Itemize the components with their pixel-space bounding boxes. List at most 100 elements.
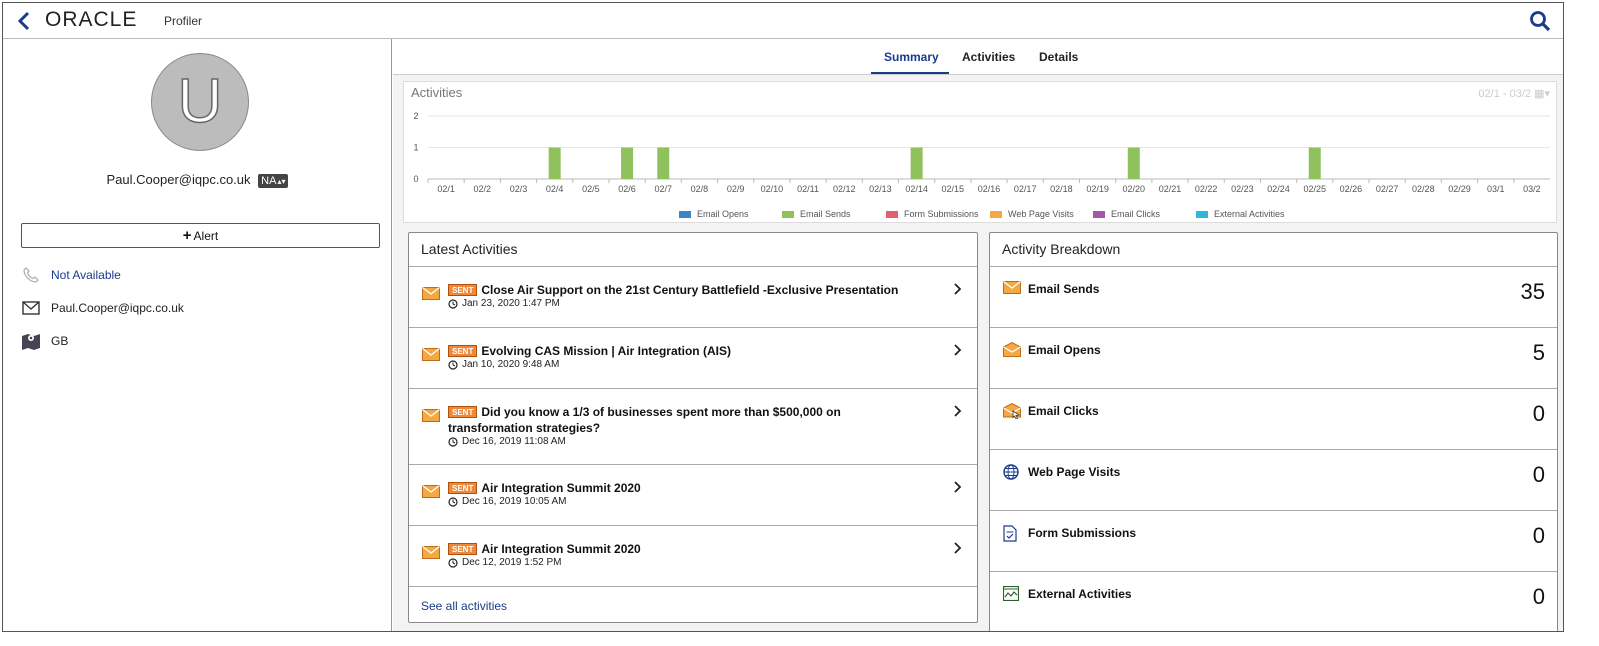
breakdown-label: External Activities xyxy=(1028,587,1132,601)
bar xyxy=(657,147,670,179)
clock-icon xyxy=(448,298,458,309)
breakdown-item[interactable]: Email Sends 35 xyxy=(990,267,1557,328)
chart-box-icon xyxy=(1002,585,1021,602)
main-content: Summary Activities Details Activities 02… xyxy=(393,39,1563,631)
activity-date: Jan 23, 2020 1:47 PM xyxy=(448,298,560,309)
sent-badge: SENT xyxy=(448,406,478,418)
legend-item[interactable]: Email Clicks xyxy=(1093,209,1160,219)
open-envelope-icon xyxy=(1003,341,1021,358)
bar xyxy=(1308,147,1321,179)
plus-icon: + xyxy=(182,227,192,244)
breakdown-value: 0 xyxy=(1532,462,1545,487)
chevron-right-icon[interactable] xyxy=(953,344,963,356)
x-tick-label: 02/9 xyxy=(727,184,745,194)
breakdown-label: Email Sends xyxy=(1028,282,1100,296)
avatar: U xyxy=(151,53,249,151)
x-tick-label: 02/10 xyxy=(761,184,784,194)
phone-row: Not Available xyxy=(21,264,121,286)
map-icon xyxy=(21,332,41,350)
chevron-right-icon[interactable] xyxy=(953,542,963,554)
legend-label: Email Opens xyxy=(697,209,749,219)
activity-date: Jan 10, 2020 9:48 AM xyxy=(448,359,559,370)
activity-item[interactable]: SENT Close Air Support on the 21st Centur… xyxy=(409,267,977,328)
activity-date-text: Dec 16, 2019 11:08 AM xyxy=(462,436,566,447)
clock-icon xyxy=(448,557,458,568)
alert-button[interactable]: + Alert xyxy=(21,223,380,248)
top-bar: ORACLE Profiler xyxy=(3,3,1563,39)
legend-label: Email Sends xyxy=(800,209,851,219)
clock-icon xyxy=(448,436,458,447)
legend-swatch xyxy=(1196,210,1208,218)
breakdown-item[interactable]: Email Clicks 0 xyxy=(990,389,1557,450)
breakdown-value: 5 xyxy=(1532,340,1545,365)
breakdown-item[interactable]: Email Opens 5 xyxy=(990,328,1557,389)
legend-item[interactable]: External Activities xyxy=(1196,209,1285,219)
activity-title-text: Evolving CAS Mission | Air Integration (… xyxy=(481,344,731,358)
chevron-right-icon[interactable] xyxy=(953,283,963,295)
activity-date-text: Dec 16, 2019 10:05 AM xyxy=(462,496,567,507)
activity-date: Dec 12, 2019 1:52 PM xyxy=(448,557,562,568)
x-tick-label: 02/2 xyxy=(474,184,492,194)
legend-item[interactable]: Email Opens xyxy=(679,209,749,219)
activity-item[interactable]: SENT Air Integration Summit 2020 Dec 12, 2… xyxy=(409,526,977,587)
clock-icon xyxy=(448,359,458,370)
profile-panel: U Paul.Cooper@iqpc.co.uk NA▴▾ + Alert Not… xyxy=(3,39,392,631)
x-tick-label: 02/28 xyxy=(1412,184,1435,194)
sort-arrows-icon: ▴▾ xyxy=(277,176,286,186)
x-tick-label: 02/23 xyxy=(1231,184,1254,194)
x-tick-label: 02/11 xyxy=(797,184,819,194)
breakdown-item[interactable]: Form Submissions 0 xyxy=(990,511,1557,572)
form-icon xyxy=(1003,525,1021,542)
x-tick-label: 02/7 xyxy=(654,184,672,194)
tab-summary[interactable]: Summary xyxy=(884,50,939,64)
activity-date-text: Jan 10, 2020 9:48 AM xyxy=(462,359,560,370)
legend-swatch xyxy=(1093,210,1105,218)
envelope-click-icon xyxy=(1003,402,1021,420)
chevron-right-icon[interactable] xyxy=(953,481,963,493)
activity-title-text: Air Integration Summit 2020 xyxy=(481,542,641,556)
status-badge-label: NA xyxy=(261,174,277,187)
activity-title: SENT Air Integration Summit 2020 xyxy=(448,541,947,557)
sent-badge: SENT xyxy=(448,482,478,494)
email-value[interactable]: Paul.Cooper@iqpc.co.uk xyxy=(51,301,184,315)
tab-activities[interactable]: Activities xyxy=(962,50,1015,64)
x-tick-label: 02/16 xyxy=(978,184,1001,194)
envelope-icon xyxy=(1003,280,1021,297)
activity-title-text: Air Integration Summit 2020 xyxy=(481,481,641,495)
activity-title: SENT Did you know a 1/3 of businesses spe… xyxy=(448,404,927,436)
breakdown-item[interactable]: Web Page Visits 0 xyxy=(990,450,1557,511)
activities-chart: 0 1 2 02/1 02/2 02/3 02/4 02/5 02/6 02/7 02/8 02/9 0… xyxy=(413,111,1550,194)
x-tick-label: 02/17 xyxy=(1014,184,1037,194)
back-button[interactable] xyxy=(15,10,35,32)
phone-icon xyxy=(21,266,41,284)
alert-button-label: Alert xyxy=(193,229,219,243)
activity-item[interactable]: SENT Did you know a 1/3 of businesses spe… xyxy=(409,389,977,465)
app-name: Profiler xyxy=(164,14,203,28)
activity-item[interactable]: SENT Air Integration Summit 2020 Dec 16, 2… xyxy=(409,465,977,526)
breakdown-label: Form Submissions xyxy=(1028,526,1137,540)
see-all-activities-link[interactable]: See all activities xyxy=(421,599,507,613)
x-tick-label: 02/27 xyxy=(1376,184,1399,194)
x-tick-label: 02/12 xyxy=(833,184,856,194)
status-badge[interactable]: NA▴▾ xyxy=(258,173,289,188)
legend-item[interactable]: Web Page Visits xyxy=(990,209,1074,219)
oracle-logo: ORACLE xyxy=(45,8,138,31)
legend-item[interactable]: Form Submissions xyxy=(886,209,979,219)
x-tick-label: 03/2 xyxy=(1523,184,1541,194)
x-tick-label: 02/14 xyxy=(905,184,928,194)
legend-item[interactable]: Email Sends xyxy=(782,209,851,219)
x-tick-label: 02/5 xyxy=(582,184,600,194)
phone-value[interactable]: Not Available xyxy=(51,268,121,282)
search-button[interactable] xyxy=(1529,10,1551,32)
envelope-icon xyxy=(21,299,41,317)
chevron-right-icon[interactable] xyxy=(953,405,963,417)
x-tick-label: 02/29 xyxy=(1448,184,1471,194)
activity-item[interactable]: SENT Evolving CAS Mission | Air Integrati… xyxy=(409,328,977,389)
envelope-icon xyxy=(422,484,440,498)
tab-details[interactable]: Details xyxy=(1039,50,1078,64)
y-tick-label: 1 xyxy=(413,143,418,153)
breakdown-item[interactable]: External Activities 0 xyxy=(990,572,1557,631)
activity-date: Dec 16, 2019 10:05 AM xyxy=(448,496,567,507)
sent-badge: SENT xyxy=(448,543,478,555)
y-tick-label: 2 xyxy=(413,111,418,121)
